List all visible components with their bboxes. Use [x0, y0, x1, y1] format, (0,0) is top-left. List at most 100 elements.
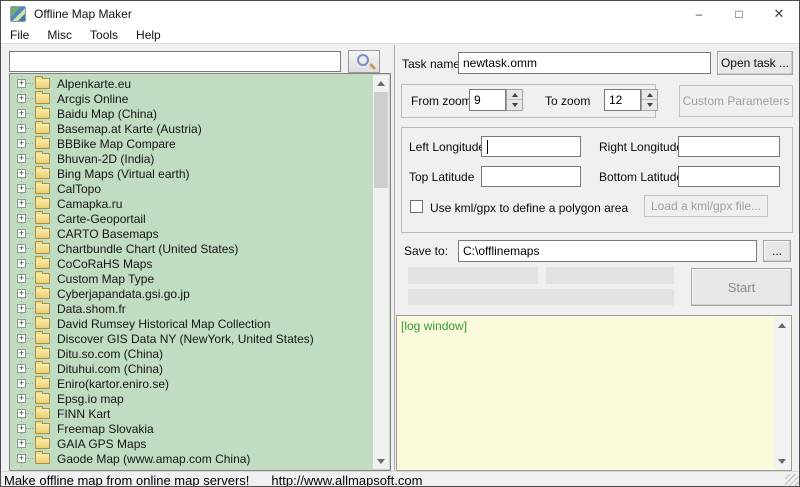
tree-item-label[interactable]: Chartbundle Chart (United States)	[57, 242, 238, 256]
tree-item-label[interactable]: CalTopo	[57, 182, 101, 196]
tree-item[interactable]: + Discover GIS Data NY (NewYork, United S…	[11, 331, 372, 346]
tree-item[interactable]: + Data.shom.fr	[11, 301, 372, 316]
tree-item-label[interactable]: Cyberjapandata.gsi.go.jp	[57, 287, 190, 301]
tree-item-label[interactable]: Epsg.io map	[57, 392, 124, 406]
expand-plus-icon[interactable]: +	[17, 304, 26, 313]
tree-item[interactable]: + Bing Maps (Virtual earth)	[11, 166, 372, 181]
tree-item-label[interactable]: Ditu.so.com (China)	[57, 347, 163, 361]
expand-plus-icon[interactable]: +	[17, 394, 26, 403]
custom-parameters-button[interactable]: Custom Parameters	[679, 85, 793, 117]
tree-item-label[interactable]: CoCoRaHS Maps	[57, 257, 152, 271]
tree-item-label[interactable]: Custom Map Type	[57, 272, 154, 286]
tree-item-label[interactable]: CARTO Basemaps	[57, 227, 159, 241]
stepper-up-icon[interactable]	[642, 90, 657, 100]
scroll-up-icon[interactable]	[373, 75, 389, 91]
close-icon[interactable]: ✕	[759, 1, 799, 27]
resize-grip[interactable]	[785, 474, 799, 486]
tree-item-label[interactable]: Data.shom.fr	[57, 302, 126, 316]
tree-item[interactable]: + Bhuvan-2D (India)	[11, 151, 372, 166]
tree-item-label[interactable]: GAIA GPS Maps	[57, 437, 146, 451]
tree-scrollbar-thumb[interactable]	[374, 92, 388, 188]
expand-plus-icon[interactable]: +	[17, 109, 26, 118]
tree-item[interactable]: + Camapka.ru	[11, 196, 372, 211]
expand-plus-icon[interactable]: +	[17, 244, 26, 253]
tree-item-label[interactable]: Dituhui.com (China)	[57, 362, 163, 376]
left-longitude-input[interactable]	[481, 136, 581, 157]
tree-item[interactable]: + Epsg.io map	[11, 391, 372, 406]
load-kml-button[interactable]: Load a kml/gpx file...	[644, 195, 768, 217]
save-to-input[interactable]	[458, 240, 757, 262]
expand-plus-icon[interactable]: +	[17, 79, 26, 88]
expand-plus-icon[interactable]: +	[17, 334, 26, 343]
from-zoom-stepper[interactable]	[506, 89, 523, 111]
search-button[interactable]	[348, 50, 380, 73]
expand-plus-icon[interactable]: +	[17, 259, 26, 268]
tree-item-label[interactable]: Freemap Slovakia	[57, 422, 154, 436]
bottom-latitude-input[interactable]	[678, 166, 780, 187]
menu-misc[interactable]: Misc	[38, 28, 81, 42]
expand-plus-icon[interactable]: +	[17, 454, 26, 463]
expand-plus-icon[interactable]: +	[17, 124, 26, 133]
log-scrollbar[interactable]	[774, 317, 790, 469]
scroll-down-icon[interactable]	[373, 453, 389, 469]
tree-item[interactable]: + Basemap.at Karte (Austria)	[11, 121, 372, 136]
tree-item[interactable]: + Baidu Map (China)	[11, 106, 372, 121]
stepper-down-icon[interactable]	[507, 100, 522, 110]
expand-plus-icon[interactable]: +	[17, 289, 26, 298]
tree-item[interactable]: + CARTO Basemaps	[11, 226, 372, 241]
tree-item[interactable]: + Ditu.so.com (China)	[11, 346, 372, 361]
tree-item-label[interactable]: Bhuvan-2D (India)	[57, 152, 154, 166]
tree-item[interactable]: + Custom Map Type	[11, 271, 372, 286]
expand-plus-icon[interactable]: +	[17, 439, 26, 448]
scroll-down-icon[interactable]	[774, 453, 790, 469]
tree-item[interactable]: + Gaode Map (www.amap.com China)	[11, 451, 372, 466]
tree-item-label[interactable]: BBBike Map Compare	[57, 137, 176, 151]
tree-item-label[interactable]: Carte-Geoportail	[57, 212, 146, 226]
open-task-button[interactable]: Open task ...	[717, 51, 793, 75]
menu-file[interactable]: File	[1, 28, 38, 42]
to-zoom-input[interactable]	[604, 89, 641, 111]
tree-item-label[interactable]: Basemap.at Karte (Austria)	[57, 122, 202, 136]
stepper-up-icon[interactable]	[507, 90, 522, 100]
kml-checkbox-label[interactable]: Use kml/gpx to define a polygon area	[430, 201, 628, 215]
tree-item-label[interactable]: Alpenkarte.eu	[57, 77, 131, 91]
tree-item[interactable]: + GAIA GPS Maps	[11, 436, 372, 451]
tree-item[interactable]: + FINN Kart	[11, 406, 372, 421]
tree-item-label[interactable]: Gaode Map (www.amap.com China)	[57, 452, 250, 466]
tree-scrollbar[interactable]	[373, 75, 389, 469]
tree-item[interactable]: + Cyberjapandata.gsi.go.jp	[11, 286, 372, 301]
browse-button[interactable]: ...	[763, 240, 791, 262]
expand-plus-icon[interactable]: +	[17, 184, 26, 193]
right-longitude-input[interactable]	[678, 136, 780, 157]
top-latitude-input[interactable]	[481, 166, 581, 187]
tree-item[interactable]: + BBBike Map Compare	[11, 136, 372, 151]
tree-item[interactable]: + Dituhui.com (China)	[11, 361, 372, 376]
tree-item[interactable]: + Chartbundle Chart (United States)	[11, 241, 372, 256]
from-zoom-input[interactable]	[469, 89, 506, 111]
tree-item-label[interactable]: Discover GIS Data NY (NewYork, United St…	[57, 332, 314, 346]
expand-plus-icon[interactable]: +	[17, 214, 26, 223]
task-name-input[interactable]	[458, 52, 711, 74]
maximize-icon[interactable]: □	[719, 1, 759, 27]
to-zoom-stepper[interactable]	[641, 89, 658, 111]
expand-plus-icon[interactable]: +	[17, 379, 26, 388]
kml-checkbox[interactable]	[410, 200, 423, 213]
expand-plus-icon[interactable]: +	[17, 409, 26, 418]
expand-plus-icon[interactable]: +	[17, 139, 26, 148]
tree-item-label[interactable]: David Rumsey Historical Map Collection	[57, 317, 270, 331]
menu-tools[interactable]: Tools	[81, 28, 127, 42]
tree-item[interactable]: + Freemap Slovakia	[11, 421, 372, 436]
expand-plus-icon[interactable]: +	[17, 94, 26, 103]
start-button[interactable]: Start	[691, 268, 792, 306]
menu-help[interactable]: Help	[127, 28, 170, 42]
expand-plus-icon[interactable]: +	[17, 229, 26, 238]
tree-item[interactable]: + CoCoRaHS Maps	[11, 256, 372, 271]
expand-plus-icon[interactable]: +	[17, 154, 26, 163]
search-input[interactable]	[9, 51, 341, 72]
tree-item-label[interactable]: Eniro(kartor.eniro.se)	[57, 377, 169, 391]
tree-item[interactable]: + Arcgis Online	[11, 91, 372, 106]
tree-item[interactable]: + David Rumsey Historical Map Collection	[11, 316, 372, 331]
scroll-up-icon[interactable]	[774, 317, 790, 333]
expand-plus-icon[interactable]: +	[17, 424, 26, 433]
tree-item-label[interactable]: Bing Maps (Virtual earth)	[57, 167, 190, 181]
